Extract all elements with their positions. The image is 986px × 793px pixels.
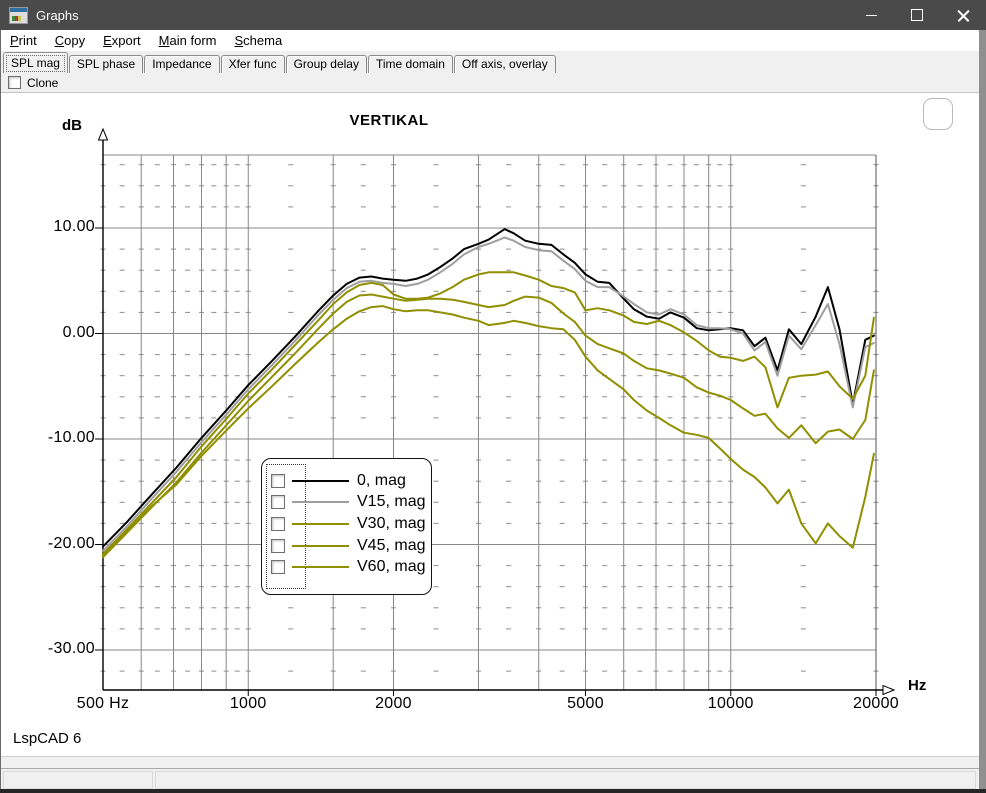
- legend-row: V15, mag: [262, 492, 431, 514]
- legend-row: V30, mag: [262, 513, 431, 535]
- tab-spl-phase[interactable]: SPL phase: [69, 55, 143, 73]
- status-panel-right: [155, 771, 976, 789]
- x-tick-label: 20000: [831, 695, 921, 713]
- menu-item-schema[interactable]: Schema: [225, 33, 291, 48]
- y-tick-label: 0.00: [28, 324, 95, 342]
- close-icon: [957, 9, 970, 22]
- legend-row: V45, mag: [262, 535, 431, 557]
- corner-button[interactable]: [923, 98, 953, 130]
- legend-checkbox-v30[interactable]: [271, 517, 285, 531]
- legend-label: V60, mag: [357, 558, 425, 576]
- clone-row: Clone: [1, 73, 979, 92]
- tab-bar: SPL mag SPL phase Impedance Xfer func Gr…: [1, 51, 979, 73]
- legend-line-sample: [292, 566, 349, 568]
- chart-title: VERTIKAL: [299, 112, 479, 129]
- close-button[interactable]: [940, 0, 986, 30]
- window-title: Graphs: [36, 8, 79, 23]
- legend-row: 0, mag: [262, 470, 431, 492]
- legend-line-sample: [292, 545, 349, 547]
- x-tick-label: 500 Hz: [58, 695, 148, 713]
- minimize-button[interactable]: [848, 0, 894, 30]
- chart-panel: [1, 92, 979, 756]
- maximize-button[interactable]: [894, 0, 940, 30]
- legend-label: 0, mag: [357, 472, 406, 490]
- tab-xfer-func[interactable]: Xfer func: [221, 55, 285, 73]
- legend-label: V15, mag: [357, 493, 425, 511]
- status-bar: [1, 768, 979, 789]
- y-tick-label: -20.00: [28, 535, 95, 553]
- menu-item-print[interactable]: Print: [1, 33, 46, 48]
- legend-checkbox-v15[interactable]: [271, 495, 285, 509]
- legend-line-sample: [292, 501, 349, 503]
- tab-time-domain[interactable]: Time domain: [368, 55, 453, 73]
- tab-group-delay[interactable]: Group delay: [286, 55, 367, 73]
- status-panel-left: [3, 771, 153, 789]
- legend-row: V60, mag: [262, 556, 431, 578]
- y-axis-unit-label: dB: [62, 117, 82, 134]
- y-tick-label: 10.00: [28, 218, 95, 236]
- menu-item-copy[interactable]: Copy: [46, 33, 94, 48]
- clone-checkbox[interactable]: [8, 76, 21, 89]
- menu-bar: Print Copy Export Main form Schema: [1, 30, 979, 51]
- tab-off-axis-overlay[interactable]: Off axis, overlay: [454, 55, 556, 73]
- app-icon: [9, 7, 28, 24]
- bottom-strip: [1, 756, 979, 768]
- legend-label: V45, mag: [357, 537, 425, 555]
- legend-box: 0, mag V15, mag V30, mag V45, mag V60, m…: [261, 458, 432, 595]
- x-tick-label: 2000: [348, 695, 438, 713]
- tab-impedance[interactable]: Impedance: [144, 55, 219, 73]
- menu-item-main-form[interactable]: Main form: [150, 33, 226, 48]
- legend-checkbox-v45[interactable]: [271, 539, 285, 553]
- y-tick-label: -30.00: [28, 640, 95, 658]
- x-axis-unit-label: Hz: [908, 677, 926, 694]
- legend-checkbox-v60[interactable]: [271, 560, 285, 574]
- legend-line-sample: [292, 480, 349, 482]
- minimize-icon: [866, 15, 877, 16]
- x-tick-label: 5000: [541, 695, 631, 713]
- app-brand-label: LspCAD 6: [13, 730, 81, 747]
- graphs-window: Graphs Print Copy Export Main form Schem…: [0, 0, 986, 793]
- menu-item-export[interactable]: Export: [94, 33, 150, 48]
- clone-label: Clone: [27, 76, 58, 90]
- tab-spl-mag[interactable]: SPL mag: [3, 52, 68, 73]
- title-bar: Graphs: [0, 0, 986, 30]
- x-tick-label: 10000: [686, 695, 776, 713]
- legend-label: V30, mag: [357, 515, 425, 533]
- legend-checkbox-0[interactable]: [271, 474, 285, 488]
- y-tick-label: -10.00: [28, 429, 95, 447]
- legend-line-sample: [292, 523, 349, 525]
- maximize-icon: [911, 9, 923, 21]
- x-tick-label: 1000: [203, 695, 293, 713]
